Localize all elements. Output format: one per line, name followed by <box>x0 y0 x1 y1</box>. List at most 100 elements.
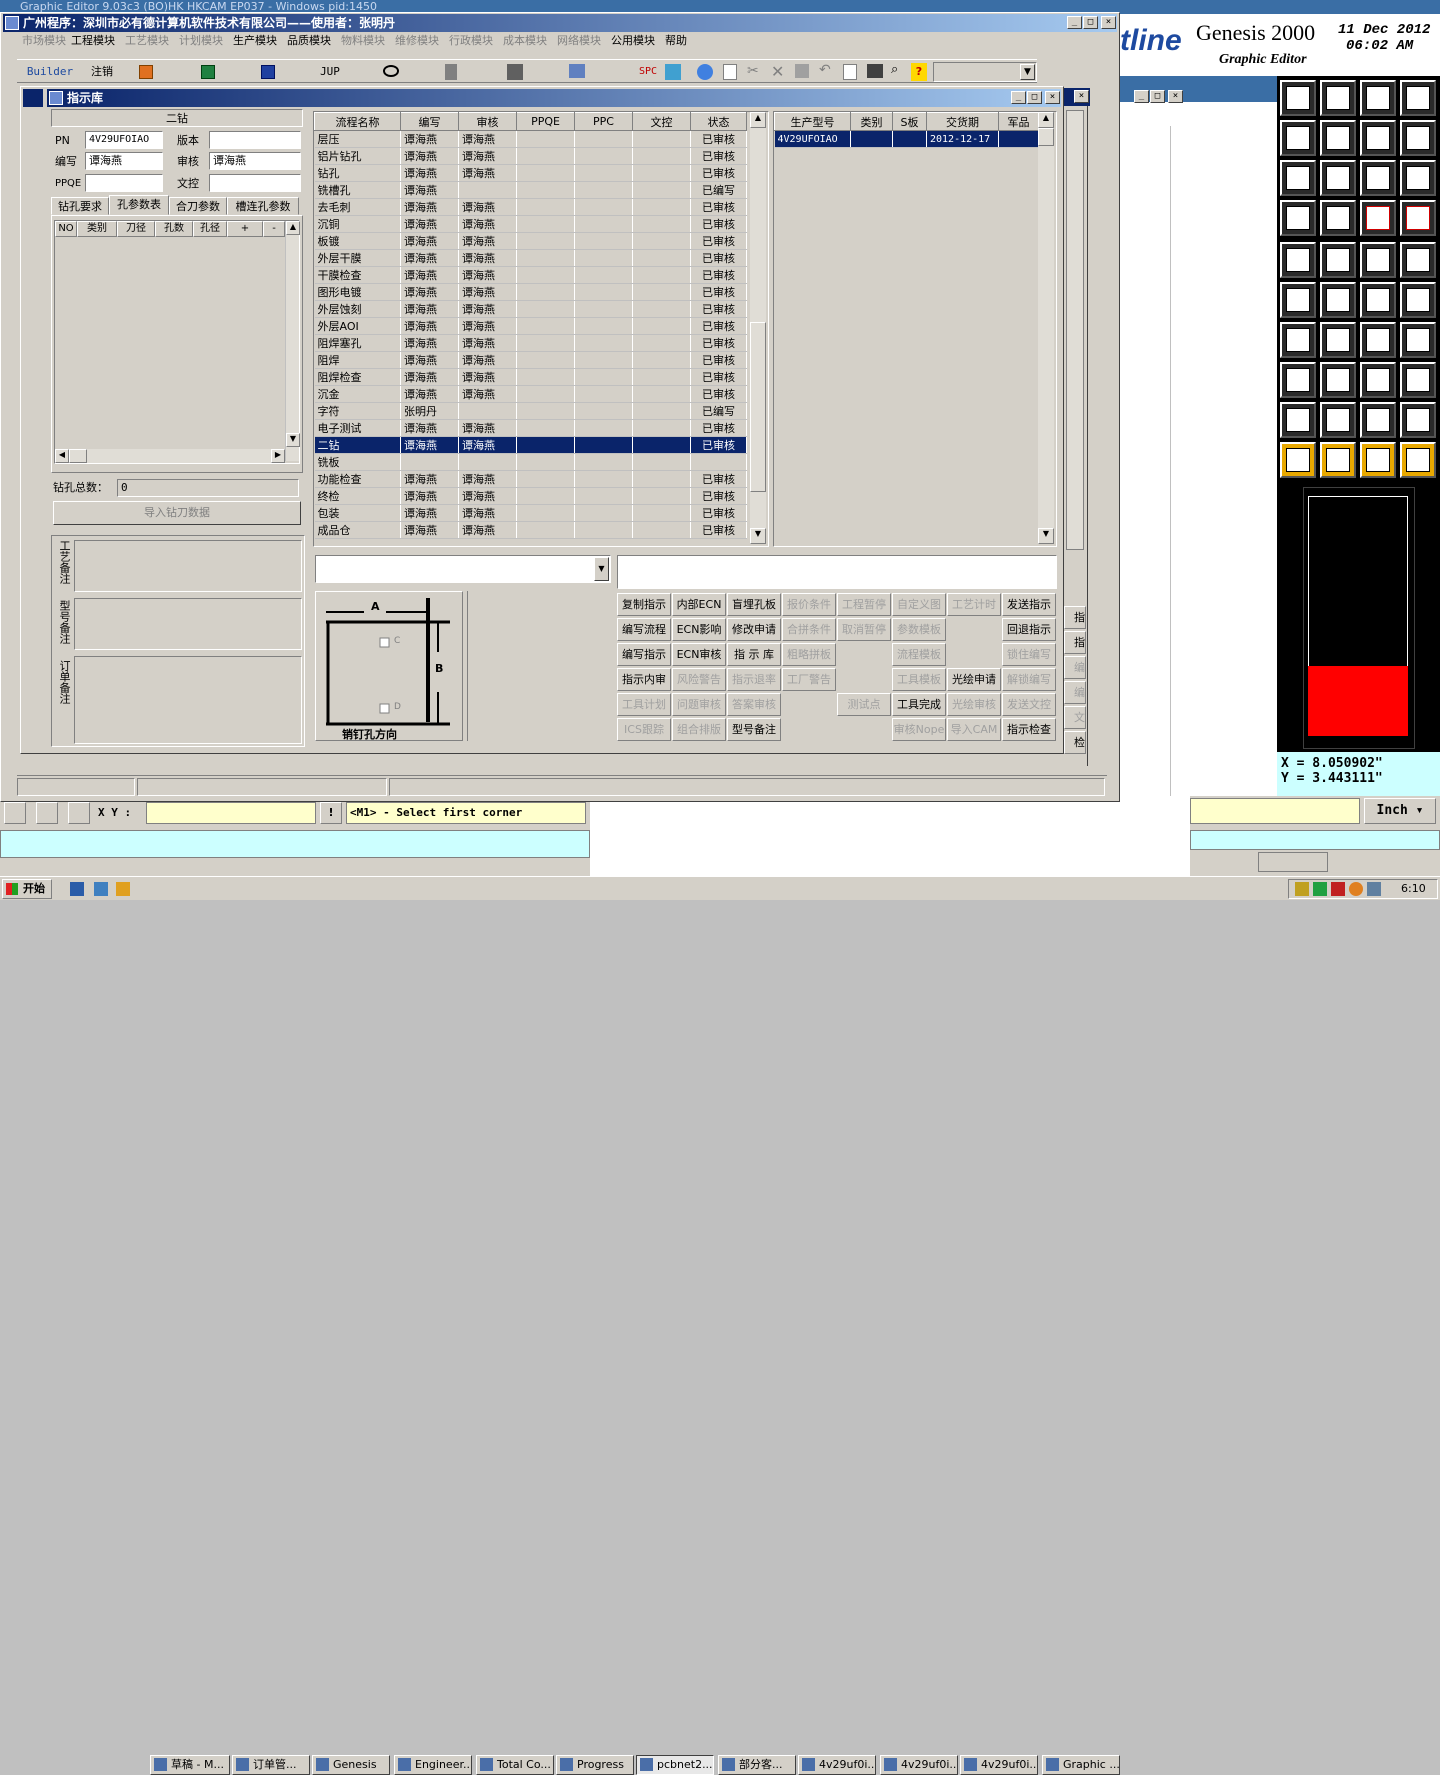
ge-tool-button-0-2[interactable] <box>1360 80 1396 116</box>
clipped-button-1[interactable]: 指示 <box>1064 631 1086 654</box>
quicklaunch-media-icon[interactable] <box>116 882 130 896</box>
action-button-1-7[interactable]: 回退指示 <box>1002 618 1056 641</box>
action-button-3-4[interactable] <box>837 668 891 691</box>
hole-col-3[interactable]: 孔数 <box>155 221 193 237</box>
action-button-3-3[interactable]: 工厂警告 <box>782 668 836 691</box>
refresh-icon[interactable] <box>665 64 681 80</box>
taskbar-item-4[interactable]: Total Co... <box>476 1755 554 1775</box>
process-scroll-thumb[interactable] <box>750 322 766 492</box>
wenkong-field[interactable] <box>209 174 301 192</box>
undo-icon[interactable]: ↶ <box>819 62 831 78</box>
tab-1[interactable]: 孔参数表 <box>109 195 169 215</box>
orders-col-0[interactable]: 生产型号 <box>774 112 851 131</box>
ge-tool-button-1-3[interactable] <box>1400 120 1436 156</box>
table-row[interactable]: 字符 张明丹 已编写 <box>314 402 747 420</box>
ge-tool-button-6-2[interactable] <box>1360 322 1396 358</box>
table-row[interactable]: 4V29UFOIAO 2012-12-17 <box>774 130 1039 148</box>
jup-button[interactable]: JUP <box>313 62 347 82</box>
ge-tool-button-2-0[interactable] <box>1280 160 1316 196</box>
table-row[interactable]: 终检 谭海燕 谭海燕 已审核 <box>314 487 747 505</box>
ge-tool-button-1-0[interactable] <box>1280 120 1316 156</box>
clipped-button-5[interactable]: 检查 <box>1064 731 1086 754</box>
scroll-left-icon[interactable]: ◀ <box>55 449 69 463</box>
action-button-5-2[interactable]: 型号备注 <box>727 718 781 741</box>
dialog-minimize-button[interactable]: _ <box>1011 91 1026 104</box>
table-row[interactable]: 外层蚀刻 谭海燕 谭海燕 已审核 <box>314 300 747 318</box>
tab-0[interactable]: 钻孔要求 <box>51 197 109 215</box>
action-button-2-1[interactable]: ECN审核 <box>672 643 726 666</box>
toolbar-combo[interactable]: ▼ <box>933 62 1037 82</box>
taskbar-item-9[interactable]: 4v29uf0i... <box>880 1755 958 1775</box>
ge-tool-button-9-1[interactable] <box>1320 442 1356 478</box>
tray-icon-5[interactable] <box>1367 882 1381 896</box>
bg-close-button[interactable]: × <box>1074 90 1089 103</box>
table-row[interactable]: 包装 谭海燕 谭海燕 已审核 <box>314 504 747 522</box>
table-row[interactable]: 层压 谭海燕 谭海燕 已审核 <box>314 130 747 148</box>
action-button-1-2[interactable]: 修改申请 <box>727 618 781 641</box>
action-button-4-4[interactable]: 测试点 <box>837 693 891 716</box>
tools-icon[interactable] <box>507 64 523 80</box>
ge-tool-button-3-0[interactable] <box>1280 200 1316 236</box>
hole-grid-hscroll[interactable]: ◀ ▶ <box>55 449 285 463</box>
ge-tool-button-9-0[interactable] <box>1280 442 1316 478</box>
ge-tool-button-1-2[interactable] <box>1360 120 1396 156</box>
computer-icon[interactable] <box>569 64 585 78</box>
taskbar-item-3[interactable]: Engineer... <box>394 1755 472 1775</box>
action-button-1-1[interactable]: ECN影响 <box>672 618 726 641</box>
ge-minimize-button[interactable]: _ <box>1134 90 1149 103</box>
process-col-1[interactable]: 编写 <box>400 112 459 131</box>
scroll-up-icon[interactable]: ▲ <box>1038 112 1054 128</box>
import-drill-button[interactable]: 导入钻刀数据 <box>53 501 301 525</box>
table-row[interactable]: 成品仓 谭海燕 谭海燕 已审核 <box>314 521 747 539</box>
taskbar-item-10[interactable]: 4v29uf0i... <box>960 1755 1038 1775</box>
ime-bar[interactable] <box>1258 852 1328 872</box>
action-button-2-6[interactable] <box>947 643 1001 666</box>
menu-item-10[interactable]: 网络模块 <box>552 32 606 50</box>
scroll-down-icon[interactable]: ▼ <box>750 528 766 544</box>
ge-tool-button-3-3[interactable] <box>1400 200 1436 236</box>
orders-grid[interactable]: 生产型号 类别 S板 交货期 军品 4V29UFOIAO 2012-12-17 ▲ ▼ <box>773 111 1057 547</box>
preview-icon[interactable] <box>843 64 857 80</box>
ge-tool-button-8-0[interactable] <box>1280 402 1316 438</box>
action-button-5-7[interactable]: 指示检查 <box>1002 718 1056 741</box>
ge-tool-button-0-1[interactable] <box>1320 80 1356 116</box>
database-icon[interactable] <box>445 64 457 80</box>
process-grid[interactable]: 流程名称 编写 审核 PPQE PPC 文控 状态 层压 谭海燕 谭海燕 已审核 铝片钻孔 谭海燕 谭海燕… <box>313 111 769 547</box>
ge-cmd-line-left[interactable] <box>0 830 590 858</box>
hole-col-6[interactable]: - <box>263 221 285 237</box>
tray-icon-2[interactable] <box>1313 882 1327 896</box>
table-row[interactable]: 沉金 谭海燕 谭海燕 已审核 <box>314 385 747 403</box>
zoom-fit-icon[interactable] <box>36 802 58 824</box>
orders-vscroll[interactable]: ▲ ▼ <box>1038 112 1054 544</box>
builder-button[interactable]: Builder <box>19 62 81 82</box>
chevron-down-icon[interactable]: ▼ <box>594 557 609 581</box>
process-combo[interactable]: ▼ <box>315 555 611 583</box>
table-row[interactable]: 板镀 谭海燕 谭海燕 已审核 <box>314 232 747 250</box>
version-field[interactable] <box>209 131 301 149</box>
orders-scroll-thumb[interactable] <box>1038 128 1054 146</box>
table-row[interactable]: 去毛刺 谭海燕 谭海燕 已审核 <box>314 198 747 216</box>
ge-tool-button-6-0[interactable] <box>1280 322 1316 358</box>
hole-param-grid[interactable]: NO 类别 刀径 孔数 孔径 + - ▲ ▼ ◀ ▶ <box>54 220 300 464</box>
menu-item-5[interactable]: 品质模块 <box>282 32 336 50</box>
clipped-button-3[interactable]: 编写 <box>1064 681 1086 704</box>
clipped-button-2[interactable]: 编写 <box>1064 656 1086 679</box>
menu-item-9[interactable]: 成本模块 <box>498 32 552 50</box>
action-button-3-0[interactable]: 指示内审 <box>617 668 671 691</box>
scroll-up-icon[interactable]: ▲ <box>750 112 766 128</box>
menu-item-11[interactable]: 公用模块 <box>606 32 660 50</box>
process-col-4[interactable]: PPC <box>574 112 633 131</box>
ge-tool-button-5-0[interactable] <box>1280 282 1316 318</box>
action-button-4-7[interactable]: 发送文控 <box>1002 693 1056 716</box>
xy-input[interactable] <box>146 802 316 824</box>
ge-tool-button-8-1[interactable] <box>1320 402 1356 438</box>
ge-tool-button-2-3[interactable] <box>1400 160 1436 196</box>
action-button-2-2[interactable]: 指 示 库 <box>727 643 781 666</box>
ge-cmd-line-right[interactable] <box>1190 830 1440 850</box>
bg-scrollbar[interactable] <box>1066 110 1084 550</box>
action-button-3-2[interactable]: 指示退率 <box>727 668 781 691</box>
logout-button[interactable]: 注销 <box>85 62 119 82</box>
hole-col-4[interactable]: 孔径 <box>193 221 227 237</box>
main-minimize-button[interactable]: _ <box>1067 16 1082 29</box>
unit-button[interactable]: Inch ▾ <box>1364 798 1436 824</box>
